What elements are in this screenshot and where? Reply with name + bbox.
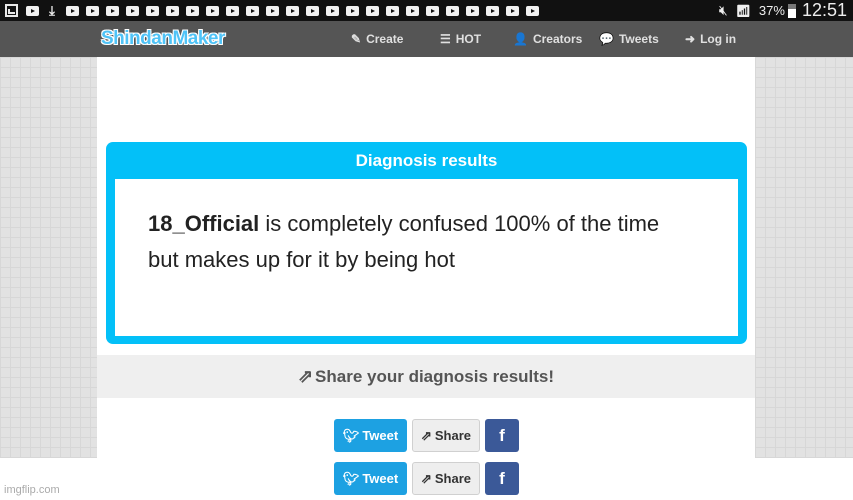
result-line1: is completely confused 100% of the time [259, 211, 660, 236]
youtube-icon [166, 5, 179, 16]
youtube-icon [146, 5, 159, 16]
result-text: 18_Official is completely confused 100% … [148, 206, 728, 278]
tweet-button-label: Tweet [362, 471, 399, 486]
youtube-icon [186, 5, 199, 16]
twitter-icon: 🐦︎ [342, 470, 360, 486]
twitter-icon: 🐦︎ [342, 427, 360, 443]
notification-icons: ⤓ [5, 4, 546, 17]
youtube-icon [206, 5, 219, 16]
download-icon: ⤓ [49, 2, 55, 18]
facebook-button[interactable]: f [485, 419, 519, 452]
youtube-icon [506, 5, 519, 16]
facebook-icon: f [499, 468, 505, 488]
share-heading-label: Share your diagnosis results! [315, 366, 555, 386]
share-button[interactable]: ⇗ Share [412, 419, 480, 452]
youtube-icon [346, 5, 359, 16]
battery-icon [787, 3, 796, 18]
shindanmaker-logo[interactable]: ShindanMaker [101, 28, 225, 50]
result-line2: but makes up for it by being hot [148, 247, 455, 272]
share-icon: ⇗ [297, 366, 314, 386]
youtube-icon [426, 5, 439, 16]
nav-hot[interactable]: ☰ HOT [440, 21, 481, 57]
sign-in-icon: ➜ [685, 32, 696, 46]
youtube-icon [306, 5, 319, 16]
nav-login-label: Log in [700, 32, 737, 46]
diagnosis-result-card: Diagnosis results 18_Official is complet… [106, 142, 747, 344]
youtube-icon [106, 5, 119, 16]
nav-login[interactable]: ➜ Log in [685, 21, 736, 57]
nav-tweets-label: Tweets [618, 32, 659, 46]
android-status-bar: ⤓ 🔇︎ 📶︎ 37% 12:51 [0, 0, 853, 21]
nav-create-label: Create [366, 32, 404, 46]
nav-creators[interactable]: 👤 Creators [513, 21, 582, 57]
user-icon: 👤 [513, 32, 528, 46]
youtube-icon [226, 5, 239, 16]
nav-create[interactable]: ✎ Create [351, 21, 403, 57]
youtube-icon [266, 5, 279, 16]
status-right: 🔇︎ 📶︎ 37% 12:51 [719, 0, 847, 21]
comments-icon: 💬 [599, 32, 614, 46]
nav-creators-label: Creators [532, 32, 583, 46]
youtube-icon [66, 5, 79, 16]
site-navbar: ShindanMaker ✎ Create ☰ HOT 👤 Creators 💬… [0, 21, 853, 57]
facebook-button[interactable]: f [485, 462, 519, 495]
gallery-icon [5, 4, 18, 17]
tweet-button[interactable]: 🐦︎ Tweet [334, 462, 407, 495]
edit-icon: ✎ [351, 32, 362, 46]
share-button[interactable]: ⇗ Share [412, 462, 480, 495]
imgflip-watermark: imgflip.com [4, 484, 60, 496]
facebook-icon: f [499, 425, 505, 445]
tweet-button-label: Tweet [362, 428, 399, 443]
share-heading: ⇗ Share your diagnosis results! [97, 355, 755, 398]
screen: ⤓ 🔇︎ 📶︎ 37% 12:51 ShindanMaker ✎ Create … [0, 0, 853, 500]
share-button-label: Share [434, 471, 472, 486]
youtube-icon [286, 5, 299, 16]
share-section: ⇗ Share your diagnosis results! [97, 355, 755, 398]
card-title: Diagnosis results [355, 151, 498, 170]
nav-tweets[interactable]: 💬 Tweets [599, 21, 659, 57]
youtube-icon [126, 5, 139, 16]
grid-background-left [0, 57, 97, 458]
battery-percent: 37% [758, 3, 785, 18]
youtube-icon [26, 5, 39, 16]
wifi-icon: 📶︎ [735, 3, 751, 18]
share-icon: ⇗ [420, 427, 432, 443]
youtube-icon [246, 5, 259, 16]
youtube-icon [406, 5, 419, 16]
share-icon: ⇗ [420, 470, 432, 486]
youtube-icon [446, 5, 459, 16]
list-icon: ☰ [440, 32, 451, 46]
youtube-icon [86, 5, 99, 16]
youtube-icon [526, 5, 539, 16]
share-button-label: Share [434, 428, 472, 443]
youtube-icon [466, 5, 479, 16]
youtube-icon [486, 5, 499, 16]
youtube-icon [386, 5, 399, 16]
share-buttons-row: 🐦︎ Tweet ⇗ Share f [334, 419, 519, 452]
result-username: 18_Official [148, 211, 260, 236]
mute-icon: 🔇︎ [718, 2, 728, 18]
nav-hot-label: HOT [455, 32, 482, 46]
clock: 12:51 [801, 0, 847, 20]
share-buttons-row: 🐦︎ Tweet ⇗ Share f [334, 462, 519, 495]
grid-background-right [755, 57, 853, 458]
youtube-icon [326, 5, 339, 16]
youtube-icon [366, 5, 379, 16]
tweet-button[interactable]: 🐦︎ Tweet [334, 419, 407, 452]
card-body: 18_Official is completely confused 100% … [115, 179, 738, 336]
